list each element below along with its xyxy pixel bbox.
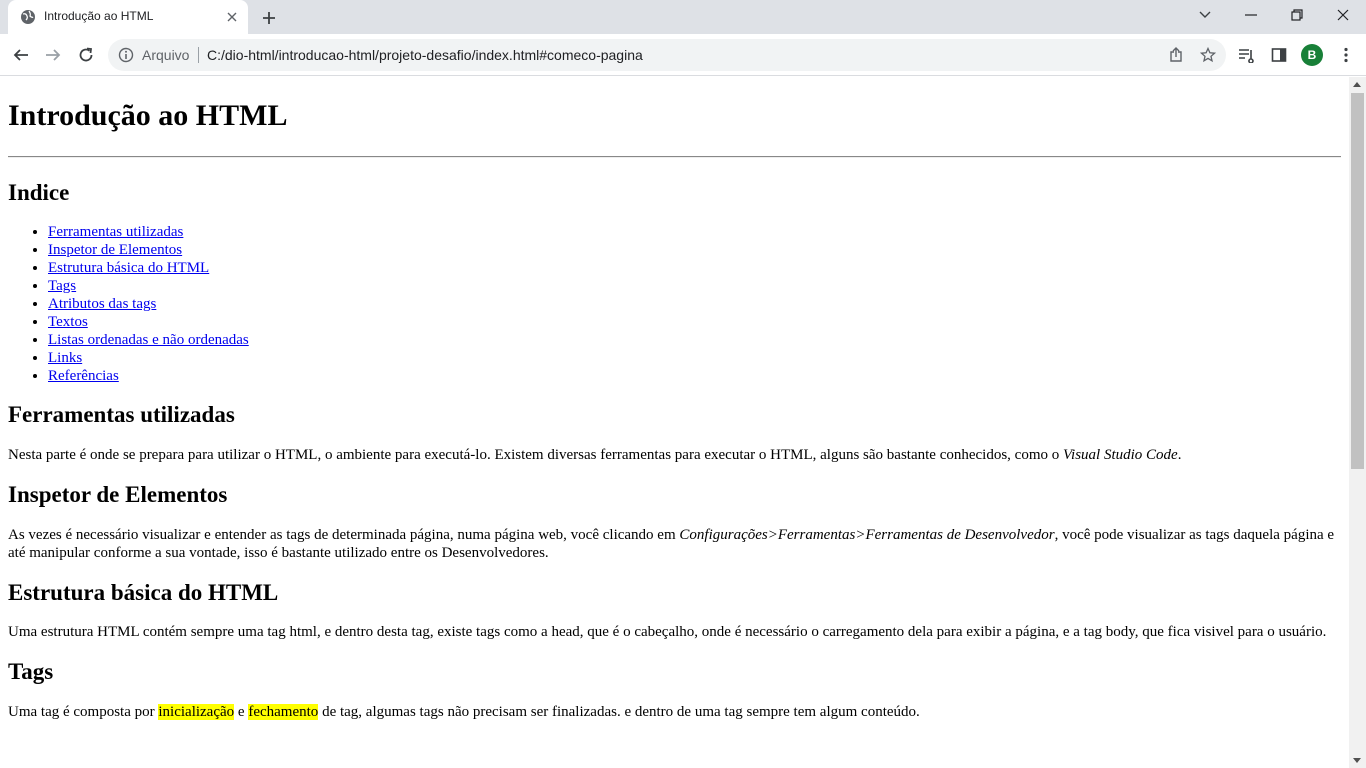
index-item: Tags	[48, 277, 1341, 295]
index-link-tags[interactable]: Tags	[48, 278, 76, 294]
section-text-inspector: As vezes é necessário visualizar e enten…	[8, 526, 1341, 562]
browser-toolbar: Arquivo C:/dio-html/introducao-html/proj…	[0, 34, 1366, 76]
profile-avatar[interactable]: B	[1301, 44, 1323, 66]
share-icon[interactable]	[1168, 47, 1184, 63]
index-link-links[interactable]: Links	[48, 350, 82, 366]
section-heading-structure: Estrutura básica do HTML	[8, 580, 279, 605]
index-link-structure[interactable]: Estrutura básica do HTML	[48, 260, 209, 276]
horizontal-rule	[8, 156, 1341, 158]
section-text-tags: Uma tag é composta por inicialização e f…	[8, 703, 1341, 721]
restore-icon[interactable]	[1274, 0, 1320, 30]
globe-icon	[21, 10, 35, 24]
text-fragment: Nesta parte é onde se prepara para utili…	[8, 447, 1063, 463]
emphasis-text: Visual Studio Code	[1063, 447, 1178, 463]
section-heading-inspector: Inspetor de Elementos	[8, 482, 228, 507]
emphasis-text: Configurações>Ferramentas>Ferramentas de…	[679, 527, 1055, 543]
page-viewport: Introdução ao HTML Indice Ferramentas ut…	[0, 77, 1349, 768]
plus-icon[interactable]	[258, 7, 280, 29]
index-item: Atributos das tags	[48, 295, 1341, 313]
kebab-menu-icon[interactable]	[1336, 45, 1356, 65]
tab-title: Introdução ao HTML	[44, 9, 154, 23]
close-window-icon[interactable]	[1320, 0, 1366, 30]
reading-list-icon[interactable]	[1237, 45, 1257, 65]
close-icon[interactable]	[224, 9, 240, 25]
text-fragment: de tag, algumas tags não precisam ser fi…	[318, 704, 920, 720]
index-link-tools[interactable]: Ferramentas utilizadas	[48, 224, 183, 240]
back-icon[interactable]	[8, 42, 34, 68]
scroll-up-arrow[interactable]	[1353, 82, 1361, 87]
document-body: Introdução ao HTML Indice Ferramentas ut…	[0, 99, 1349, 721]
index-item: Referências	[48, 367, 1341, 385]
text-fragment: .	[1177, 447, 1182, 463]
text-fragment: As vezes é necessário visualizar e enten…	[8, 527, 680, 543]
section-text-structure: Uma estrutura HTML contém sempre uma tag…	[8, 624, 1327, 640]
address-bar[interactable]: Arquivo C:/dio-html/introducao-html/proj…	[108, 39, 1226, 71]
index-link-texts[interactable]: Textos	[48, 314, 88, 330]
section-heading-tags: Tags	[8, 659, 54, 684]
scheme-label: Arquivo	[142, 47, 190, 63]
chevron-down-icon[interactable]	[1182, 0, 1228, 30]
highlight-text: fechamento	[248, 704, 319, 720]
info-icon[interactable]	[118, 47, 134, 63]
text-fragment: Uma tag é composta por	[8, 704, 159, 720]
index-link-inspector[interactable]: Inspetor de Elementos	[48, 242, 182, 258]
page-title: Introdução ao HTML	[8, 99, 288, 132]
index-link-references[interactable]: Referências	[48, 368, 119, 384]
omnibox-divider	[198, 47, 199, 63]
vertical-scrollbar[interactable]	[1349, 77, 1366, 768]
scroll-down-arrow[interactable]	[1353, 758, 1361, 763]
scrollbar-thumb[interactable]	[1351, 93, 1364, 469]
index-item: Textos	[48, 313, 1341, 331]
index-item: Inspetor de Elementos	[48, 241, 1341, 259]
index-item: Ferramentas utilizadas	[48, 223, 1341, 241]
index-item: Estrutura básica do HTML	[48, 259, 1341, 277]
index-list: Ferramentas utilizadas Inspetor de Eleme…	[48, 223, 1341, 385]
index-item: Listas ordenadas e não ordenadas	[48, 331, 1341, 349]
index-link-lists[interactable]: Listas ordenadas e não ordenadas	[48, 332, 249, 348]
minimize-icon[interactable]	[1228, 0, 1274, 30]
forward-icon[interactable]	[40, 42, 66, 68]
index-link-attributes[interactable]: Atributos das tags	[48, 296, 156, 312]
index-item: Links	[48, 349, 1341, 367]
side-panel-icon[interactable]	[1269, 45, 1289, 65]
section-heading-tools: Ferramentas utilizadas	[8, 402, 235, 427]
star-icon[interactable]	[1200, 47, 1216, 63]
section-text-tools: Nesta parte é onde se prepara para utili…	[8, 446, 1341, 464]
index-heading: Indice	[8, 180, 70, 205]
highlight-text: inicialização	[158, 704, 235, 720]
tab-strip: Introdução ao HTML	[0, 0, 1366, 34]
url-text[interactable]: C:/dio-html/introducao-html/projeto-desa…	[207, 47, 643, 63]
reload-icon[interactable]	[73, 42, 99, 68]
text-fragment: e	[234, 704, 249, 720]
browser-tab[interactable]: Introdução ao HTML	[8, 0, 248, 34]
